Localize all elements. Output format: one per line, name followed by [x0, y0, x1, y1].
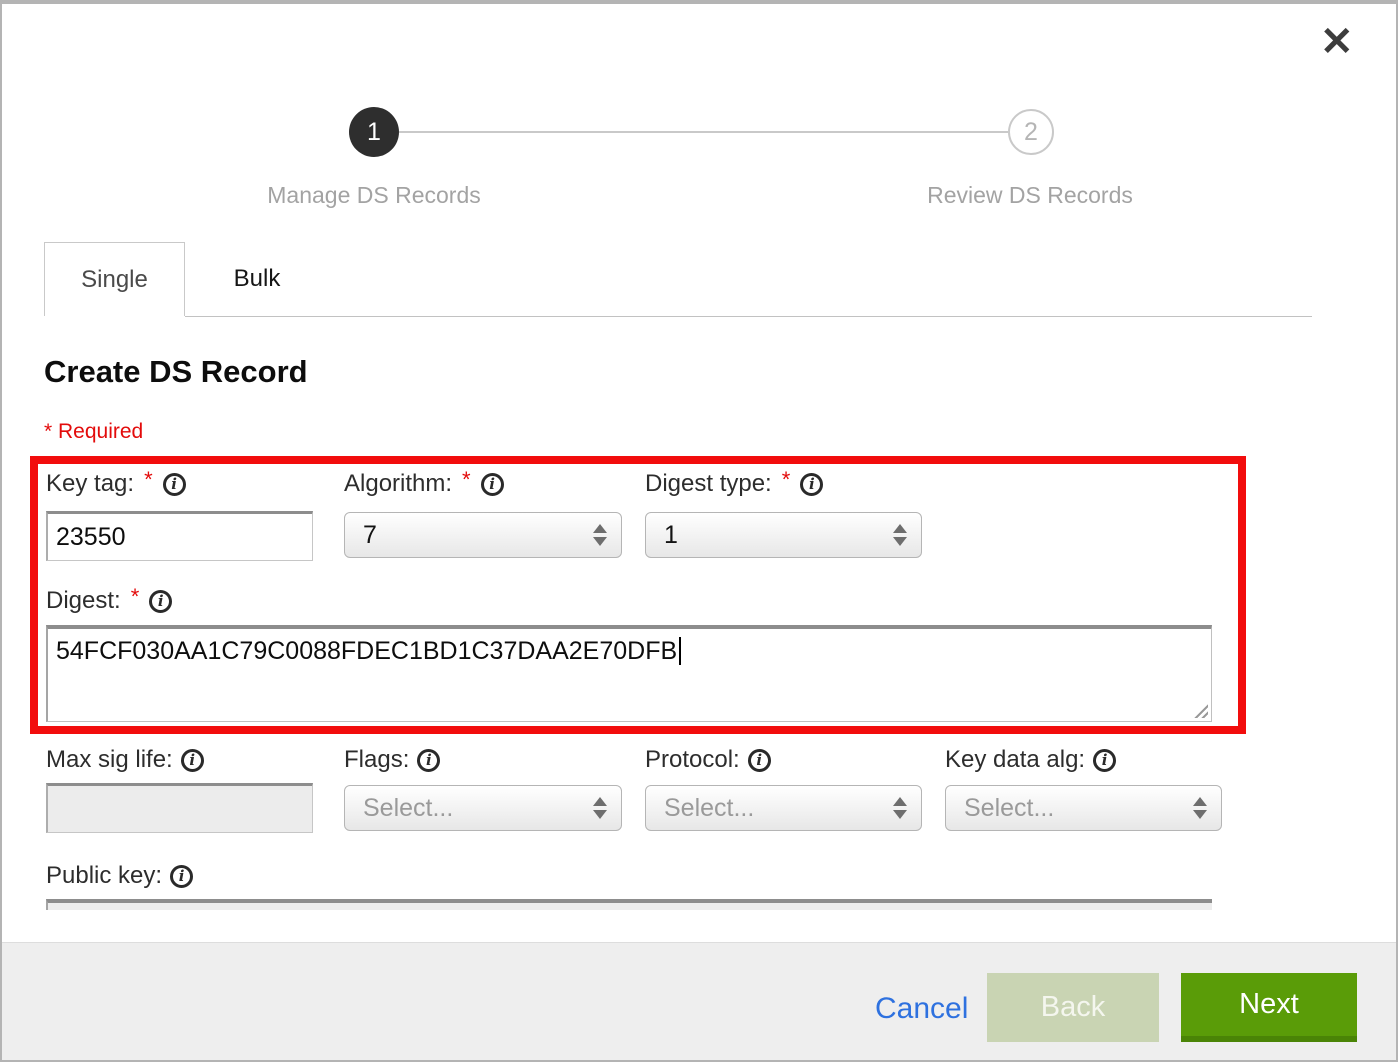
cancel-link[interactable]: Cancel [875, 992, 968, 1026]
flags-label: Flags: i [344, 746, 440, 774]
page-title: Create DS Record [44, 354, 308, 390]
info-icon[interactable]: i [481, 473, 504, 496]
info-icon[interactable]: i [163, 473, 186, 496]
select-spinner-icon [593, 797, 607, 819]
required-asterisk: * [782, 467, 791, 493]
max-sig-life-label: Max sig life: i [46, 746, 204, 774]
key-data-alg-select[interactable]: Select... [945, 785, 1222, 831]
info-icon[interactable]: i [800, 473, 823, 496]
algorithm-select-value: 7 [363, 521, 377, 550]
info-icon[interactable]: i [748, 749, 771, 772]
step-1-label: Manage DS Records [214, 182, 534, 209]
info-icon[interactable]: i [1093, 749, 1116, 772]
digest-type-label-text: Digest type: [645, 470, 772, 498]
info-glyph: i [426, 753, 432, 768]
select-spinner-icon [893, 797, 907, 819]
public-key-label-text: Public key: [46, 862, 162, 890]
public-key-textarea[interactable] [46, 899, 1212, 910]
algorithm-select[interactable]: 7 [344, 512, 622, 558]
digest-type-select[interactable]: 1 [645, 512, 922, 558]
protocol-select[interactable]: Select... [645, 785, 922, 831]
stepper-connector-line [399, 131, 1008, 133]
required-asterisk: * [462, 467, 471, 493]
digest-label-text: Digest: [46, 587, 121, 615]
next-button[interactable]: Next [1181, 973, 1357, 1042]
select-spinner-icon [593, 524, 607, 546]
required-asterisk: * [131, 584, 140, 610]
public-key-label: Public key: i [46, 862, 193, 890]
key-tag-input[interactable] [46, 511, 313, 561]
text-cursor [679, 637, 681, 665]
key-tag-label: Key tag: * i [46, 470, 186, 498]
digest-label: Digest: * i [46, 587, 172, 615]
info-glyph: i [489, 477, 495, 492]
info-icon[interactable]: i [170, 865, 193, 888]
select-spinner-icon [893, 524, 907, 546]
info-icon[interactable]: i [181, 749, 204, 772]
required-note: * Required [44, 420, 143, 444]
close-icon[interactable]: ✕ [1320, 22, 1354, 62]
algorithm-label-text: Algorithm: [344, 470, 452, 498]
protocol-label-text: Protocol: [645, 746, 740, 774]
step-2-label: Review DS Records [870, 182, 1190, 209]
info-icon[interactable]: i [149, 590, 172, 613]
step-1-circle: 1 [349, 107, 399, 157]
flags-select-value: Select... [363, 794, 453, 823]
max-sig-life-label-text: Max sig life: [46, 746, 173, 774]
key-data-alg-select-value: Select... [964, 794, 1054, 823]
digest-type-label: Digest type: * i [645, 470, 823, 498]
protocol-label: Protocol: i [645, 746, 771, 774]
info-glyph: i [189, 753, 195, 768]
info-icon[interactable]: i [417, 749, 440, 772]
resize-handle-icon[interactable] [1192, 702, 1208, 718]
tab-single[interactable]: Single [44, 242, 185, 316]
info-glyph: i [179, 869, 185, 884]
required-asterisk: * [144, 467, 153, 493]
digest-value: 54FCF030AA1C79C0088FDEC1BD1C37DAA2E70DFB [56, 637, 677, 665]
back-button[interactable]: Back [987, 973, 1159, 1042]
digest-textarea[interactable]: 54FCF030AA1C79C0088FDEC1BD1C37DAA2E70DFB [46, 625, 1212, 722]
digest-type-select-value: 1 [664, 521, 678, 550]
step-2-circle: 2 [1008, 109, 1054, 155]
protocol-select-value: Select... [664, 794, 754, 823]
algorithm-label: Algorithm: * i [344, 470, 504, 498]
key-data-alg-label-text: Key data alg: [945, 746, 1085, 774]
info-glyph: i [809, 477, 815, 492]
info-glyph: i [1102, 753, 1108, 768]
key-tag-label-text: Key tag: [46, 470, 134, 498]
max-sig-life-input[interactable] [46, 783, 313, 833]
select-spinner-icon [1193, 797, 1207, 819]
info-glyph: i [756, 753, 762, 768]
info-glyph: i [158, 594, 164, 609]
create-ds-record-modal: ✕ 1 2 Manage DS Records Review DS Record… [0, 0, 1398, 1062]
tab-bulk[interactable]: Bulk [185, 242, 329, 316]
info-glyph: i [171, 477, 177, 492]
flags-select[interactable]: Select... [344, 785, 622, 831]
flags-label-text: Flags: [344, 746, 409, 774]
key-data-alg-label: Key data alg: i [945, 746, 1116, 774]
tab-bar-divider [185, 316, 1312, 317]
